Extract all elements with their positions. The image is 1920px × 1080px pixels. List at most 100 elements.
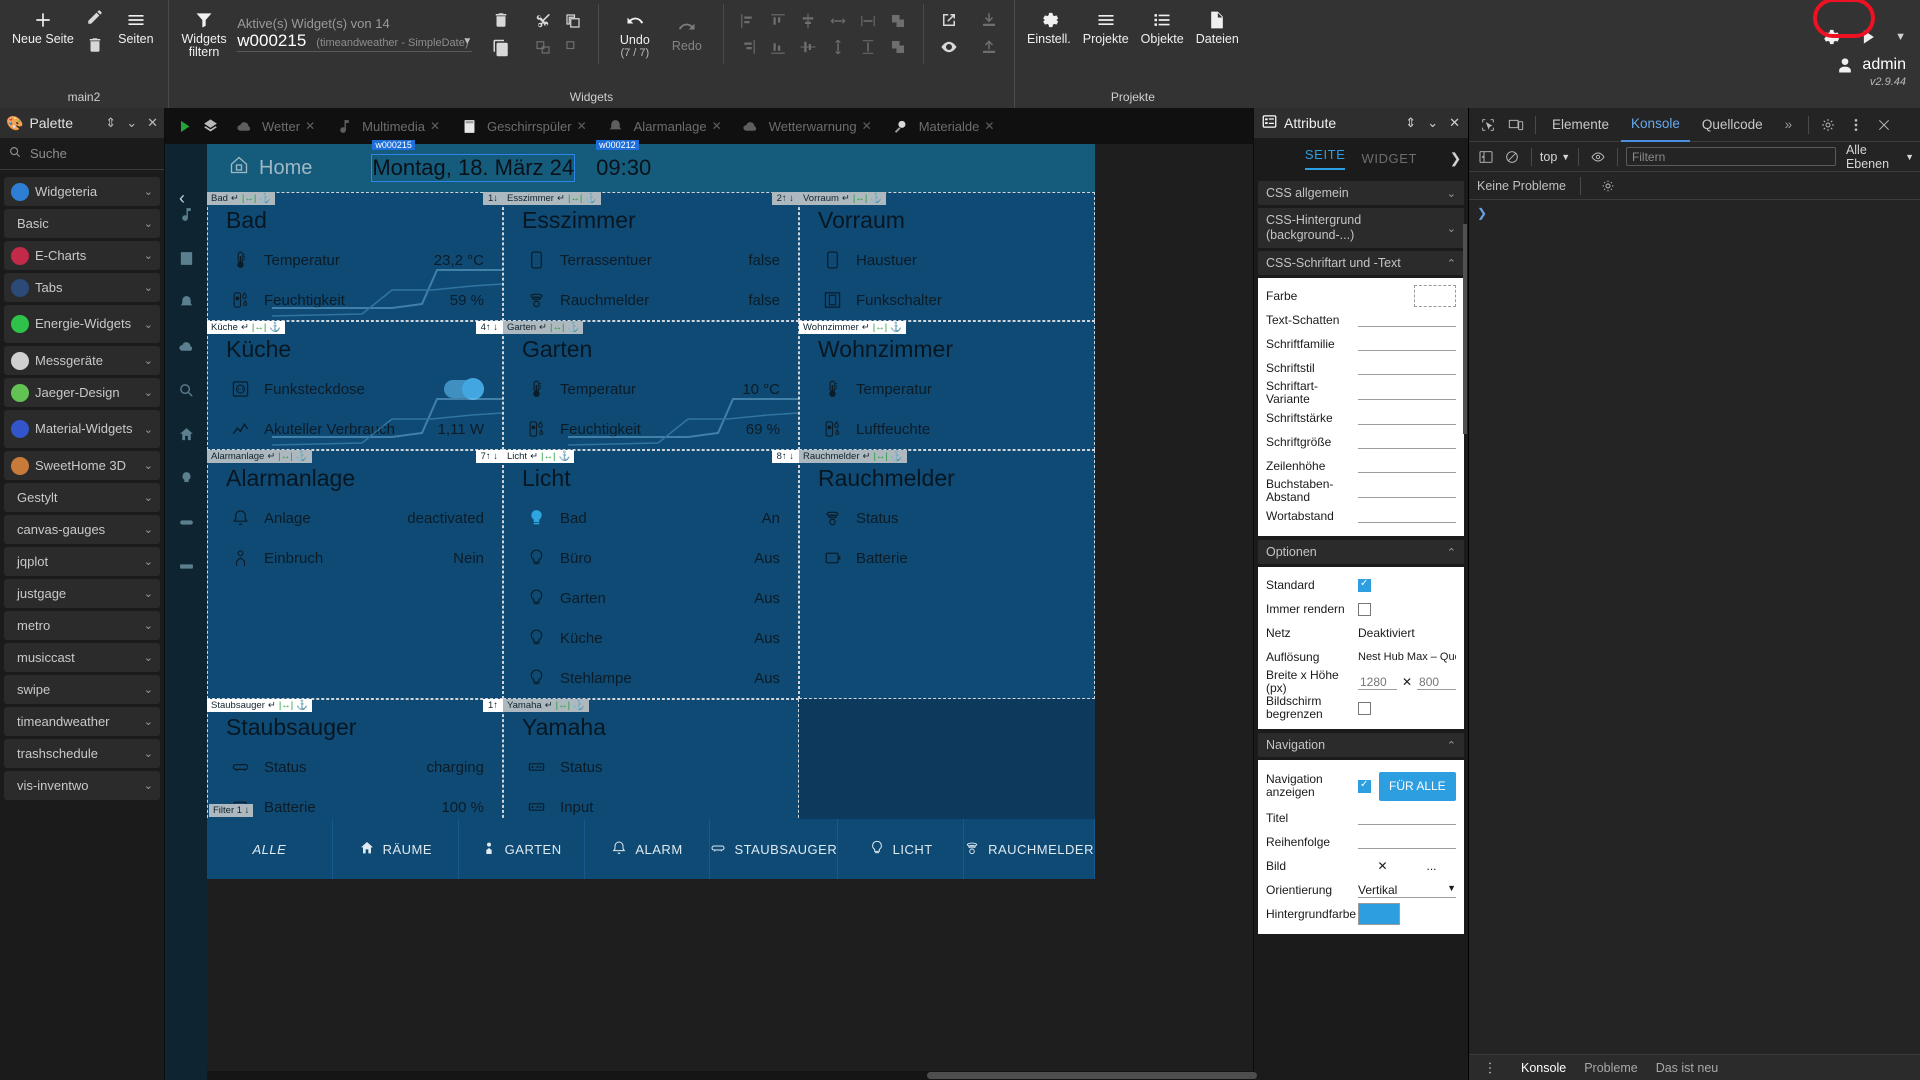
- objects-button[interactable]: Objekte: [1135, 4, 1190, 51]
- back-arrow-icon[interactable]: ↵: [241, 322, 249, 333]
- accordion-css-schriftart[interactable]: CSS-Schriftart und -Text ⌃: [1258, 251, 1464, 275]
- standard-checkbox[interactable]: [1358, 578, 1371, 592]
- device-toolbar-icon[interactable]: [1503, 112, 1529, 138]
- canvas-tab-multimedia[interactable]: Multimedia ✕: [323, 113, 448, 139]
- palette-item-material-widgets[interactable]: Material-Widgets ⌄: [4, 410, 160, 448]
- align-bottom-icon[interactable]: [763, 34, 793, 60]
- back-arrow-icon[interactable]: ↵: [842, 193, 850, 204]
- options-panel[interactable]: Standard Immer rendern Netz Deaktiviert …: [1258, 567, 1464, 729]
- align-center-h-icon[interactable]: [793, 8, 823, 34]
- nav-order-row[interactable]: Reihenfolge: [1266, 830, 1456, 854]
- font-field-input[interactable]: [1358, 337, 1456, 351]
- palette-item-energie-widgets[interactable]: Energie-Widgets ⌄: [4, 305, 160, 343]
- resize-width-icon[interactable]: |↔|: [550, 322, 564, 333]
- resize-width-icon[interactable]: |↔|: [556, 700, 570, 711]
- resize-width-icon[interactable]: |↔|: [541, 451, 555, 462]
- vis-left-rail[interactable]: ‹: [165, 144, 207, 1080]
- close-icon[interactable]: [1871, 112, 1897, 138]
- nav-orientation-select[interactable]: Vertikal ▼: [1358, 883, 1456, 898]
- palette-search[interactable]: Suche: [0, 138, 164, 170]
- vis-card-handle-tag[interactable]: Rauchmelder ↵ |↔| ⚓: [799, 450, 907, 463]
- font-field-zeilenhöhe[interactable]: Zeilenhöhe: [1266, 454, 1456, 478]
- anchor-icon[interactable]: ⚓: [296, 700, 308, 711]
- anchor-icon[interactable]: ⚓: [891, 451, 903, 462]
- vis-card-licht[interactable]: Licht ↵ |↔| ⚓ 8↑ ↓ Licht Bad An Büro Aus Garten Aus…: [503, 450, 799, 699]
- palette-item-canvas-gauges[interactable]: canvas-gauges ⌄: [4, 515, 160, 544]
- back-arrow-icon[interactable]: ↵: [557, 193, 565, 204]
- close-icon[interactable]: ✕: [712, 119, 722, 133]
- attributes-tabs[interactable]: SEITE WIDGET ❯: [1254, 138, 1468, 178]
- context-selector[interactable]: top ▼: [1540, 150, 1570, 164]
- option-size[interactable]: Breite x Höhe (px) 1280 ✕ 800: [1266, 669, 1456, 695]
- palette-item-sweethome-3d[interactable]: SweetHome 3D ⌄: [4, 451, 160, 480]
- nav-title-input[interactable]: [1358, 811, 1456, 825]
- anchor-icon[interactable]: ⚓: [558, 451, 570, 462]
- font-field-input[interactable]: [1358, 484, 1456, 498]
- vis-card-zindex-tag[interactable]: 4↑ ↓: [475, 321, 503, 334]
- send-back-icon[interactable]: [883, 34, 913, 60]
- font-field-farbe[interactable]: Farbe: [1266, 284, 1456, 308]
- nav-bgcolor-swatch[interactable]: [1358, 903, 1400, 925]
- nav-title-row[interactable]: Titel: [1266, 806, 1456, 830]
- resize-width-icon[interactable]: |↔|: [873, 322, 887, 333]
- cut-button[interactable]: [528, 8, 558, 34]
- resolution-value[interactable]: Nest Hub Max – Querform: [1358, 651, 1456, 663]
- align-top-icon[interactable]: [763, 8, 793, 34]
- gear-icon[interactable]: [1595, 173, 1621, 199]
- back-arrow-icon[interactable]: ↵: [267, 451, 275, 462]
- paste-special-button[interactable]: [558, 34, 588, 60]
- font-field-input[interactable]: [1358, 411, 1456, 425]
- color-swatch[interactable]: [1414, 285, 1456, 307]
- export-icon[interactable]: [974, 34, 1004, 60]
- navigation-panel[interactable]: Navigation anzeigen FÜR ALLE Titel Reihe…: [1258, 760, 1464, 934]
- vis-card-row[interactable]: Büro Aus: [522, 538, 780, 578]
- drawer-tab-konsole[interactable]: Konsole: [1521, 1061, 1566, 1075]
- sidebar-toggle-icon[interactable]: [1475, 144, 1497, 170]
- vis-card-handle-tag[interactable]: Staubsauger ↵ |↔| ⚓: [207, 699, 313, 712]
- vis-time-widget[interactable]: w000212 09:30: [596, 140, 651, 181]
- resize-width-icon[interactable]: |↔|: [853, 193, 867, 204]
- vis-card-row[interactable]: Status charging: [226, 747, 484, 787]
- net-value[interactable]: Deaktiviert: [1358, 626, 1456, 640]
- font-field-schriftgröße[interactable]: Schriftgröße: [1266, 430, 1456, 454]
- option-limit-screen[interactable]: Bildschirm begrenzen: [1266, 695, 1456, 721]
- play-icon[interactable]: [1857, 26, 1879, 48]
- vis-card-k-che[interactable]: Küche ↵ |↔| ⚓ 4↑ ↓ Küche Funksteckdose Akutelle…: [207, 321, 503, 450]
- always-render-checkbox[interactable]: [1358, 602, 1371, 616]
- palette-list[interactable]: Widgeteria ⌄ Basic ⌄ E-Charts ⌄ Tabs ⌄ Energie-W…: [0, 170, 164, 1080]
- magnifier-icon[interactable]: [178, 382, 195, 404]
- same-height-icon[interactable]: [853, 34, 883, 60]
- vacuum-icon[interactable]: [178, 514, 195, 536]
- for-all-button[interactable]: FÜR ALLE: [1379, 771, 1456, 801]
- distribute-v-icon[interactable]: [823, 34, 853, 60]
- vis-card-handle-tag[interactable]: Yamaha ↵ |↔| ⚓: [503, 699, 589, 712]
- anchor-icon[interactable]: ⚓: [890, 322, 902, 333]
- nav-image-row[interactable]: Bild ✕ ...: [1266, 854, 1456, 878]
- duplicate-widget-button[interactable]: [486, 35, 516, 61]
- tab-quellcode[interactable]: Quellcode: [1692, 109, 1773, 141]
- clear-image-button[interactable]: ✕: [1358, 859, 1407, 873]
- delete-page-button[interactable]: [80, 32, 110, 58]
- palette-item-widgeteria[interactable]: Widgeteria ⌄: [4, 177, 160, 206]
- filter-tag[interactable]: Filter 1 ↓: [209, 804, 254, 817]
- tab-konsole[interactable]: Konsole: [1621, 108, 1690, 142]
- vis-card-handle-tag[interactable]: Licht ↵ |↔| ⚓: [503, 450, 575, 463]
- nav-order-input[interactable]: [1358, 835, 1456, 849]
- close-icon[interactable]: ✕: [147, 115, 158, 131]
- vis-card-row[interactable]: Status: [818, 498, 1076, 538]
- vis-card-handle-tag[interactable]: Esszimmer ↵ |↔| ⚓: [503, 192, 602, 205]
- font-field-input[interactable]: [1358, 435, 1456, 449]
- align-center-v-icon[interactable]: [793, 34, 823, 60]
- kebab-icon[interactable]: [1843, 112, 1869, 138]
- vis-card-row[interactable]: Haustuer: [818, 240, 1076, 280]
- font-field-text-schatten[interactable]: Text-Schatten: [1266, 308, 1456, 332]
- canvas-horizontal-scrollbar[interactable]: [207, 1071, 1257, 1080]
- vis-card-row[interactable]: Küche Aus: [522, 618, 780, 658]
- vis-card-row[interactable]: Funkschalter: [818, 280, 1076, 320]
- inspect-element-icon[interactable]: [1475, 112, 1501, 138]
- more-tabs-button[interactable]: »: [1775, 109, 1803, 141]
- filter-widgets-button[interactable]: Widgets filtern: [175, 4, 233, 64]
- nav-orientation-row[interactable]: Orientierung Vertikal ▼: [1266, 878, 1456, 902]
- vis-card-row[interactable]: Luftfeuchte: [818, 409, 1076, 449]
- font-field-schriftstil[interactable]: Schriftstil: [1266, 356, 1456, 380]
